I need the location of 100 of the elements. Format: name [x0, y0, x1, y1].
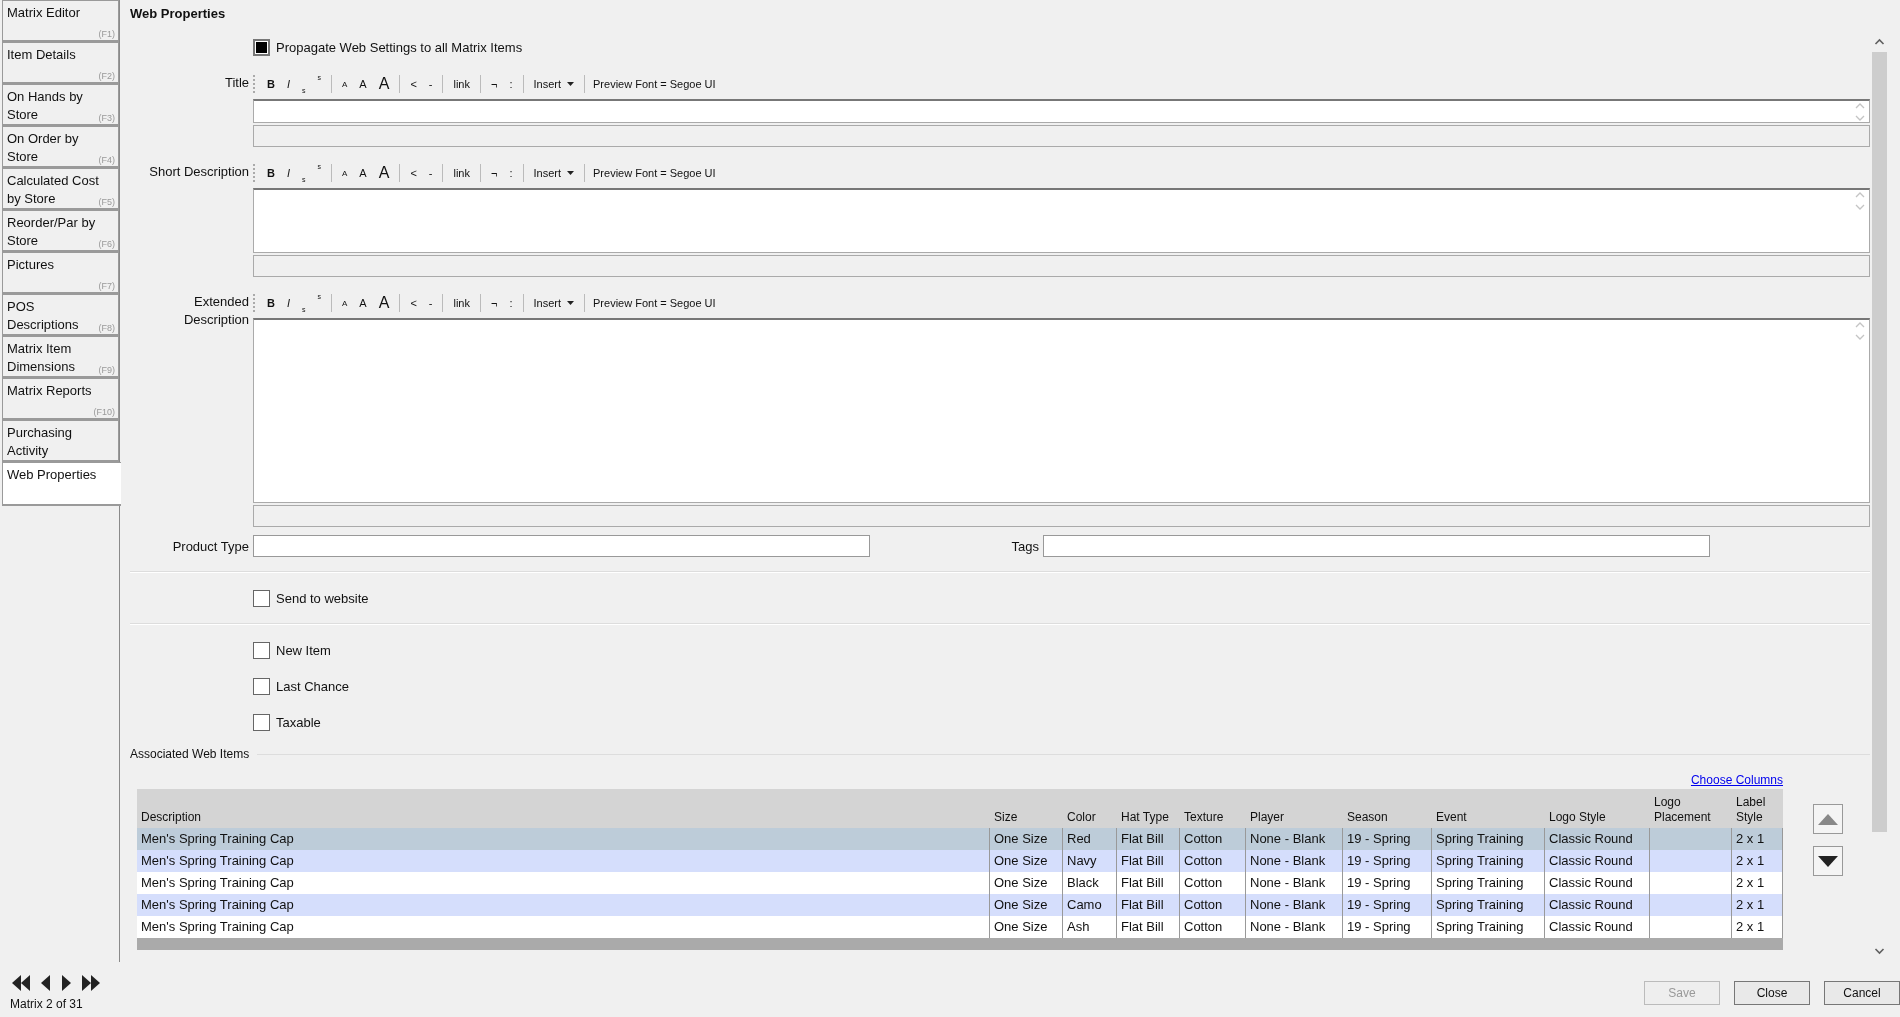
- sidebar-tab[interactable]: POS Descriptions (F8): [2, 294, 119, 336]
- choose-columns-link[interactable]: Choose Columns: [1690, 773, 1783, 789]
- toolbar-button[interactable]: -: [422, 163, 439, 183]
- scroll-arrows-icon: [1855, 191, 1865, 211]
- toolbar-button[interactable]: <: [404, 163, 423, 183]
- toolbar-button[interactable]: B: [261, 74, 281, 94]
- toolbar-button[interactable]: link: [447, 293, 476, 313]
- toolbar-button[interactable]: A: [372, 74, 396, 94]
- checkbox-label: Taxable: [276, 714, 321, 730]
- first-record-icon[interactable]: [10, 975, 32, 991]
- preview-font-label: Preview Font = Segoe UI: [592, 297, 716, 309]
- toolbar-button[interactable]: :: [503, 74, 519, 94]
- checkbox-label: New Item: [276, 642, 331, 658]
- toolbar-button[interactable]: A: [336, 74, 354, 94]
- section-title: Associated Web Items: [130, 747, 250, 761]
- field-label: Extended Description: [182, 293, 249, 329]
- toolbar-button[interactable]: A: [353, 293, 373, 313]
- column-header[interactable]: Player: [1246, 810, 1343, 828]
- product-type-field[interactable]: [253, 535, 870, 557]
- caret-icon: [567, 301, 574, 305]
- toolbar-button[interactable]: B: [261, 163, 281, 183]
- toolbar-button[interactable]: ¬: [485, 74, 504, 94]
- toolbar-button[interactable]: A: [353, 74, 373, 94]
- toolbar-button[interactable]: -: [422, 293, 439, 313]
- toolbar-button[interactable]: I: [280, 293, 296, 313]
- toolbar-button[interactable]: I: [280, 163, 296, 183]
- sidebar-tab[interactable]: Reorder/Par by Store (F6): [2, 210, 119, 252]
- field-label: Short Description: [148, 163, 249, 181]
- scroll-arrows-icon: [1855, 321, 1865, 341]
- toolbar-button[interactable]: <: [404, 293, 423, 313]
- column-header[interactable]: Hat Type: [1117, 810, 1180, 828]
- record-position: Matrix 2 of 31: [10, 997, 84, 1011]
- sidebar-tab[interactable]: Calculated Cost by Store (F5): [2, 168, 119, 210]
- toolbar-button[interactable]: ¬: [485, 293, 504, 313]
- column-header[interactable]: Texture: [1180, 810, 1246, 828]
- dialog-button[interactable]: Cancel: [1824, 981, 1900, 1005]
- toolbar-button[interactable]: link: [447, 163, 476, 183]
- preview-font-label: Preview Font = Segoe UI: [592, 167, 716, 179]
- field-label: Product Type: [171, 538, 249, 556]
- checkbox[interactable]: [253, 38, 270, 56]
- toolbar-button[interactable]: link: [447, 74, 476, 94]
- column-header[interactable]: Color: [1063, 810, 1117, 828]
- last-record-icon[interactable]: [80, 975, 102, 991]
- table-row[interactable]: Men's Spring Training Cap One Size Ash Flat Bill Cotton None - Blank 19 - Spring Spring Training Classic Round 2 x 1: [137, 916, 1783, 938]
- insert-dropdown[interactable]: Insert: [527, 74, 580, 94]
- checkbox-label: Propagate Web Settings to all Matrix Items: [276, 39, 523, 55]
- toolbar-button[interactable]: I: [280, 74, 296, 94]
- sidebar-tab[interactable]: Web Properties: [2, 462, 121, 506]
- next-record-icon[interactable]: [60, 975, 72, 991]
- toolbar-button[interactable]: A: [372, 293, 396, 313]
- previous-record-icon[interactable]: [40, 975, 52, 991]
- sidebar-tab[interactable]: Item Details (F2): [2, 42, 119, 84]
- checkbox-label: Send to website: [276, 590, 369, 606]
- insert-dropdown[interactable]: Insert: [527, 293, 580, 313]
- checkbox[interactable]: [253, 589, 270, 607]
- column-header[interactable]: Logo Placement: [1650, 795, 1732, 828]
- checkbox-label: Last Chance: [276, 678, 349, 694]
- checkbox[interactable]: [253, 713, 270, 731]
- column-header[interactable]: Logo Style: [1545, 810, 1650, 828]
- sidebar-tab[interactable]: Matrix Editor (F1): [2, 0, 119, 42]
- caret-icon: [567, 82, 574, 86]
- table-row[interactable]: Men's Spring Training Cap One Size Navy Flat Bill Cotton None - Blank 19 - Spring Spring Training Classic Round 2 x 1: [137, 850, 1783, 872]
- toolbar-button[interactable]: <: [404, 74, 423, 94]
- sidebar-tab[interactable]: On Hands by Store (F3): [2, 84, 119, 126]
- toolbar-button[interactable]: A: [353, 163, 373, 183]
- sidebar-tab[interactable]: Purchasing Activity: [2, 420, 119, 462]
- toolbar-button[interactable]: -: [422, 74, 439, 94]
- move-up-button[interactable]: [1813, 804, 1843, 834]
- horizontal-scrollbar[interactable]: [137, 938, 1783, 950]
- checkbox[interactable]: [253, 677, 270, 695]
- column-header[interactable]: Size: [990, 810, 1063, 828]
- toolbar-button[interactable]: A: [372, 163, 396, 183]
- column-header[interactable]: Season: [1343, 810, 1432, 828]
- sidebar-tab[interactable]: Matrix Item Dimensions (F9): [2, 336, 119, 378]
- scroll-arrows-icon: [1855, 102, 1865, 122]
- table-row[interactable]: Men's Spring Training Cap One Size Red Flat Bill Cotton None - Blank 19 - Spring Spring Training Classic Round 2 x 1: [137, 828, 1783, 850]
- text-editor[interactable]: [253, 99, 1870, 123]
- toolbar-button[interactable]: A: [336, 163, 354, 183]
- toolbar-button[interactable]: :: [503, 293, 519, 313]
- triangle-down-icon: [1818, 855, 1838, 867]
- table-row[interactable]: Men's Spring Training Cap One Size Black Flat Bill Cotton None - Blank 19 - Spring Spring Training Classic Round 2 x 1: [137, 872, 1783, 894]
- section-heading: Web Properties: [130, 6, 227, 23]
- move-down-button[interactable]: [1813, 846, 1843, 876]
- dialog-button[interactable]: Close: [1734, 981, 1810, 1005]
- column-header[interactable]: Event: [1432, 810, 1545, 828]
- text-editor[interactable]: [253, 188, 1870, 253]
- checkbox[interactable]: [253, 641, 270, 659]
- toolbar-button[interactable]: ¬: [485, 163, 504, 183]
- insert-dropdown[interactable]: Insert: [527, 163, 580, 183]
- toolbar-button[interactable]: A: [336, 293, 354, 313]
- field-label: Tags: [1010, 538, 1039, 554]
- tags-field[interactable]: [1043, 535, 1710, 557]
- sidebar-tab[interactable]: On Order by Store (F4): [2, 126, 119, 168]
- sidebar-tab[interactable]: Pictures (F7): [2, 252, 119, 294]
- toolbar-button[interactable]: :: [503, 163, 519, 183]
- table-row[interactable]: Men's Spring Training Cap One Size Camo Flat Bill Cotton None - Blank 19 - Spring Spring Training Classic Round 2 x 1: [137, 894, 1783, 916]
- sidebar-tab[interactable]: Matrix Reports (F10): [2, 378, 119, 420]
- column-header[interactable]: Label Style: [1732, 795, 1783, 828]
- toolbar-button[interactable]: B: [261, 293, 281, 313]
- column-header[interactable]: Description: [137, 810, 990, 828]
